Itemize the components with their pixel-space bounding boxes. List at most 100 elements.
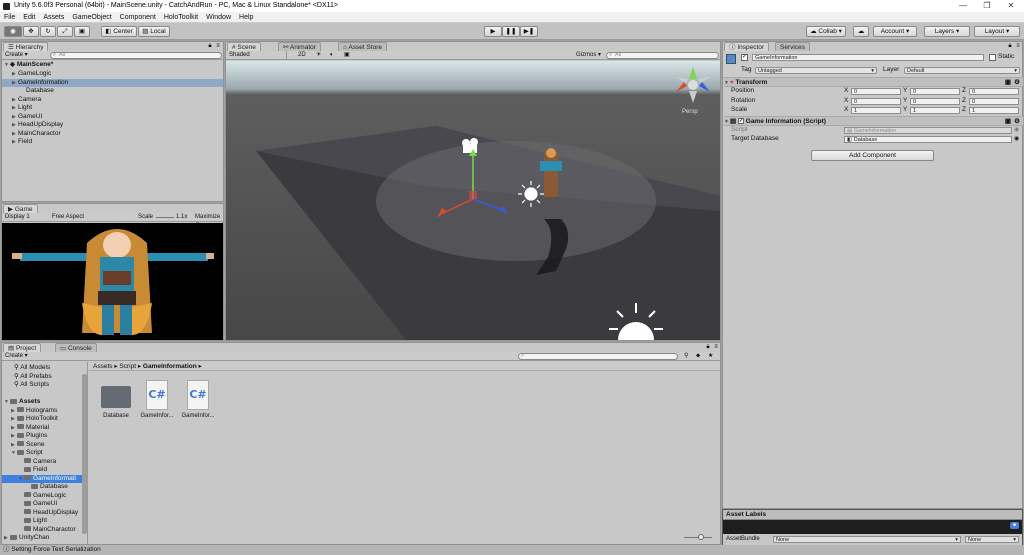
hand-tool-button[interactable]: ◉ bbox=[4, 26, 22, 37]
display-dropdown[interactable]: Display 1 bbox=[5, 213, 30, 222]
audio-toggle-icon[interactable]: 🔈︎ bbox=[330, 51, 334, 60]
lock-icon[interactable]: 🔒︎ bbox=[207, 43, 213, 49]
filter-by-type-icon[interactable]: ⚲ bbox=[684, 352, 688, 361]
project-tree-item[interactable]: Camera bbox=[2, 458, 82, 467]
maximize-button[interactable]: ❐ bbox=[976, 0, 998, 12]
close-button[interactable]: ✕ bbox=[1000, 0, 1022, 12]
project-tree-item[interactable]: ▶ Scene bbox=[2, 441, 82, 450]
asset-variant-dropdown[interactable]: None ▾ bbox=[965, 536, 1019, 543]
label-tag-icon[interactable]: ⬥ bbox=[1010, 522, 1019, 529]
object-name-input[interactable]: GameInformation bbox=[752, 54, 984, 61]
script-component-header[interactable]: ▼▤ ✓ Game Information (Script) ▣ ⚙ bbox=[724, 116, 1023, 126]
hierarchy-item[interactable]: ▶ Camera bbox=[2, 96, 223, 105]
hierarchy-item[interactable]: Database bbox=[2, 87, 223, 96]
pause-button[interactable]: ❚❚ bbox=[502, 26, 520, 37]
menu-gameobject[interactable]: GameObject bbox=[68, 12, 115, 23]
asset-item[interactable]: C# GameInfor... bbox=[179, 378, 217, 422]
hierarchy-item[interactable]: ▶ MainCharactor bbox=[2, 130, 223, 139]
collab-button[interactable]: ☁ Collab ▾ bbox=[806, 26, 846, 37]
project-tree-item[interactable]: GameLogic bbox=[2, 492, 82, 501]
panel-menu-icon[interactable]: ≡ bbox=[1015, 43, 1021, 49]
project-tree-item[interactable]: Field bbox=[2, 466, 82, 475]
rect-tool-button[interactable]: ▣ bbox=[74, 26, 90, 37]
hierarchy-create-button[interactable]: Create ▾ bbox=[2, 52, 28, 58]
scene-root-row[interactable]: ▼◈ MainScene* bbox=[4, 61, 223, 70]
layer-dropdown[interactable]: Default ▾ bbox=[904, 67, 1020, 74]
filter-by-label-icon[interactable]: ⬥ bbox=[696, 352, 700, 361]
hierarchy-item[interactable]: ▶ GameUI bbox=[2, 113, 223, 122]
transform-z-input[interactable]: 0 bbox=[969, 88, 1019, 95]
project-tree-item[interactable]: Database bbox=[2, 483, 82, 492]
tab-scene[interactable]: # Scene bbox=[227, 42, 261, 51]
scale-slider[interactable] bbox=[156, 217, 174, 218]
rotate-tool-button[interactable]: ↻ bbox=[40, 26, 56, 37]
project-tree-item[interactable]: GameUI bbox=[2, 500, 82, 509]
move-tool-button[interactable]: ✥ bbox=[23, 26, 39, 37]
panel-menu-icon[interactable]: ≡ bbox=[713, 344, 719, 350]
project-tree-item[interactable]: ▼ Script bbox=[2, 449, 82, 458]
play-button[interactable]: ▶ bbox=[484, 26, 502, 37]
account-button[interactable]: Account ▾ bbox=[873, 26, 917, 37]
favorite-item[interactable]: ⚲ All Prefabs bbox=[2, 373, 82, 382]
breadcrumb-script[interactable]: Script bbox=[119, 363, 136, 370]
hierarchy-item[interactable]: ▶ GameInformation bbox=[2, 78, 223, 87]
shading-mode-dropdown[interactable]: Shaded bbox=[229, 51, 250, 60]
scene-search-input[interactable]: ⌕ All bbox=[606, 52, 719, 59]
transform-y-input[interactable]: 0 bbox=[910, 97, 960, 105]
hierarchy-item[interactable]: ▶ Field bbox=[2, 138, 223, 147]
icon-size-slider-thumb[interactable] bbox=[698, 534, 704, 540]
transform-header[interactable]: ▼⌖ Transform ▣ ⚙ bbox=[724, 77, 1023, 87]
project-tree-item[interactable]: ▶ Holograms bbox=[2, 407, 82, 416]
tab-inspector[interactable]: ⓘ Inspector bbox=[724, 42, 770, 51]
tab-project[interactable]: ▤ Project bbox=[3, 343, 42, 352]
panel-menu-icon[interactable]: ≡ bbox=[215, 43, 221, 49]
transform-x-input[interactable]: 0 bbox=[851, 88, 901, 95]
menu-window[interactable]: Window bbox=[202, 12, 235, 23]
project-tree-item[interactable]: ▶ UnityChan bbox=[2, 534, 82, 543]
active-checkbox[interactable]: ✓ bbox=[741, 54, 748, 61]
menu-file[interactable]: File bbox=[0, 12, 19, 23]
hierarchy-search-input[interactable]: ⌕ All bbox=[50, 52, 222, 59]
tab-animator[interactable]: ⚯ Animator bbox=[278, 42, 321, 51]
tab-game[interactable]: ▶ Game bbox=[3, 204, 38, 213]
favorite-item[interactable]: ⚲ All Models bbox=[2, 364, 82, 373]
cloud-services-button[interactable]: ☁ bbox=[853, 26, 869, 37]
menu-help[interactable]: Help bbox=[235, 12, 257, 23]
object-picker-icon[interactable]: ◉ bbox=[1014, 135, 1019, 142]
effects-toggle-icon[interactable]: ▣ bbox=[344, 51, 350, 60]
transform-z-input[interactable]: 1 bbox=[969, 107, 1019, 114]
reference-icon[interactable]: ▣ bbox=[1005, 78, 1011, 87]
transform-x-input[interactable]: 0 bbox=[851, 97, 901, 105]
favorite-item[interactable]: ⚲ All Scripts bbox=[2, 381, 82, 390]
breadcrumb-gameinformation[interactable]: GameInformation bbox=[143, 363, 197, 370]
transform-x-input[interactable]: 1 bbox=[851, 107, 901, 114]
menu-holotoolkit[interactable]: HoloToolkit bbox=[160, 12, 202, 23]
menu-edit[interactable]: Edit bbox=[19, 12, 39, 23]
tag-dropdown[interactable]: Untagged ▾ bbox=[755, 67, 877, 74]
layout-dropdown[interactable]: Layout ▾ bbox=[974, 26, 1020, 37]
transform-y-input[interactable]: 0 bbox=[910, 88, 960, 95]
lock-icon[interactable]: 🔒︎ bbox=[1007, 43, 1013, 49]
component-gear-icon[interactable]: ⚙ bbox=[1014, 78, 1020, 87]
breadcrumb-assets[interactable]: Assets bbox=[93, 363, 113, 370]
reference-icon[interactable]: ▣ bbox=[1005, 117, 1011, 126]
tab-services[interactable]: Services bbox=[775, 42, 810, 51]
tree-scrollbar[interactable] bbox=[82, 374, 87, 534]
tab-console[interactable]: ▭ Console bbox=[55, 343, 97, 352]
project-tree-item[interactable]: ▶ Material bbox=[2, 424, 82, 433]
component-enabled-checkbox[interactable]: ✓ bbox=[737, 118, 744, 125]
transform-z-input[interactable]: 0 bbox=[969, 97, 1019, 105]
layers-dropdown[interactable]: Layers ▾ bbox=[924, 26, 970, 37]
menu-component[interactable]: Component bbox=[116, 12, 160, 23]
asset-item[interactable]: C# GameInfor... bbox=[138, 378, 176, 422]
favorite-star-icon[interactable]: ★ bbox=[708, 352, 713, 361]
project-tree-item[interactable]: MainCharactor bbox=[2, 526, 82, 535]
tab-hierarchy[interactable]: ☰ Hierarchy bbox=[3, 42, 49, 51]
project-tree-item[interactable]: ▶ HoloToolkit bbox=[2, 415, 82, 424]
minimize-button[interactable]: — bbox=[952, 0, 974, 12]
2d-mode-toggle[interactable]: 2D bbox=[298, 51, 306, 60]
component-gear-icon[interactable]: ⚙ bbox=[1014, 117, 1020, 126]
menu-assets[interactable]: Assets bbox=[39, 12, 68, 23]
pivot-local-button[interactable]: ▨ Local bbox=[138, 26, 170, 37]
scale-tool-button[interactable]: ⤢ bbox=[57, 26, 73, 37]
